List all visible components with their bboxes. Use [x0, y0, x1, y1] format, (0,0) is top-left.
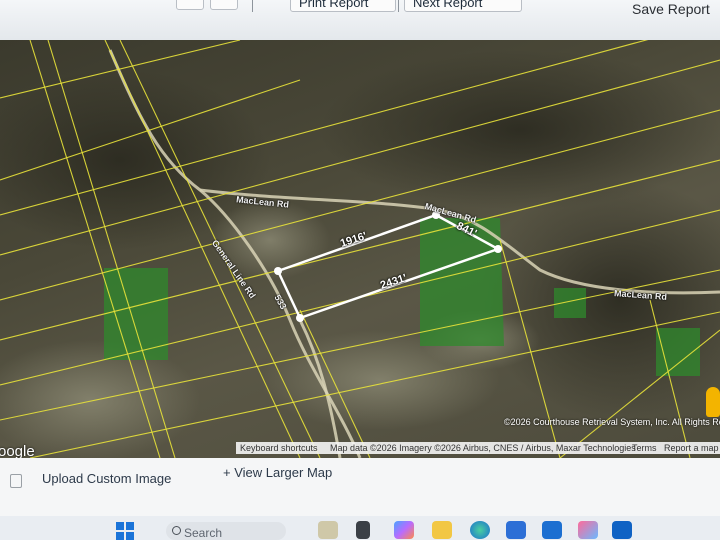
taskbar-search[interactable]: Search: [166, 522, 286, 540]
taskbar: Search: [0, 516, 720, 540]
file-explorer-icon[interactable]: [432, 521, 452, 539]
print-report-button[interactable]: Print Report: [290, 0, 396, 12]
photos-icon[interactable]: [578, 521, 598, 539]
search-icon: [172, 526, 181, 535]
imagery-credit: ©2026 Courthouse Retrieval System, Inc. …: [504, 417, 720, 427]
search-placeholder: Search: [184, 526, 223, 540]
outlook-icon[interactable]: [612, 521, 632, 539]
google-logo: oogle: [0, 443, 35, 458]
print-report-label: Print Report: [299, 0, 369, 10]
view-larger-map-link[interactable]: + View Larger Map: [223, 465, 332, 480]
toolbar-separator: [252, 0, 253, 12]
report-toolbar: Print Report Next Report Save Report: [0, 0, 720, 41]
terms-link[interactable]: Terms: [632, 442, 657, 454]
app-icon[interactable]: [542, 521, 562, 539]
toolbar-separator: [398, 0, 399, 12]
screen: Print Report Next Report Save Report Mac…: [0, 0, 720, 540]
save-report-button[interactable]: Save Report: [632, 0, 710, 18]
satellite-imagery: [0, 40, 720, 458]
start-icon[interactable]: [116, 522, 134, 540]
map-view[interactable]: MacLean Rd MacLean Rd MacLean Rd General…: [0, 40, 720, 458]
upload-custom-image-link[interactable]: Upload Custom Image: [42, 471, 171, 486]
map-attribution-bar: Keyboard shortcuts Map data ©2026 Imager…: [236, 442, 720, 454]
edge-icon[interactable]: [470, 521, 490, 539]
next-report-label: Next Report: [413, 0, 483, 10]
map-controls-area: Upload Custom Image + View Larger Map: [0, 458, 720, 516]
copilot-icon[interactable]: [318, 521, 338, 539]
keyboard-shortcuts-link[interactable]: Keyboard shortcuts: [240, 442, 318, 454]
map-data-text: Map data ©2026 Imagery ©2026 Airbus, CNE…: [330, 443, 636, 453]
copilot-app-icon[interactable]: [394, 521, 414, 539]
toolbar-tab[interactable]: [176, 0, 204, 10]
upload-image-icon: [10, 474, 22, 488]
task-view-icon[interactable]: [356, 521, 370, 539]
next-report-button[interactable]: Next Report: [404, 0, 522, 12]
pegman-icon[interactable]: [706, 387, 720, 417]
report-error-link[interactable]: Report a map e: [664, 442, 720, 454]
store-icon[interactable]: [506, 521, 526, 539]
toolbar-tab[interactable]: [210, 0, 238, 10]
